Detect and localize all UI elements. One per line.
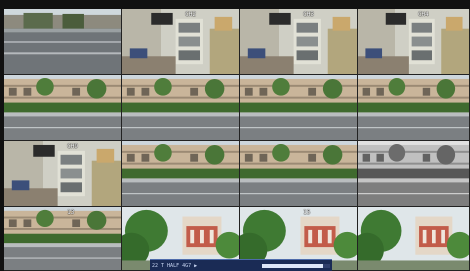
camera-tile-ch12[interactable]: [358, 141, 470, 207]
camera-feed-ch8: [358, 75, 469, 140]
camera-feed-ch11: [240, 141, 357, 206]
status-text: 22 T HALF 4G7 ▶: [152, 262, 198, 269]
camera-tile-ch3[interactable]: CH3: [240, 9, 358, 75]
camera-feed-ch12: [358, 141, 469, 206]
playback-status-bar: 22 T HALF 4G7 ▶: [150, 259, 332, 271]
camera-tile-ch7[interactable]: [240, 75, 358, 141]
channel-label: CH2: [185, 11, 197, 18]
camera-feed-ch9: [4, 141, 121, 206]
camera-tile-ch10[interactable]: [122, 141, 240, 207]
camera-grid: CH2 CH3 CH4 CH9 13 15: [4, 9, 470, 271]
camera-tile-ch5[interactable]: [4, 75, 122, 141]
camera-feed-ch10: [122, 141, 239, 206]
channel-label: 13: [67, 209, 75, 216]
playback-progress-bar[interactable]: [262, 263, 330, 268]
camera-tile-ch11[interactable]: [240, 141, 358, 207]
channel-label: CH3: [303, 11, 315, 18]
camera-feed-ch6: [122, 75, 239, 140]
dvr-screen: CH2 CH3 CH4 CH9 13 15 22 T HALF 4G7 ▶: [0, 0, 470, 271]
camera-tile-ch1[interactable]: [4, 9, 122, 75]
camera-feed-ch4: [358, 9, 469, 74]
camera-tile-ch8[interactable]: [358, 75, 470, 141]
channel-label: CH4: [417, 11, 429, 18]
camera-feed-ch7: [240, 75, 357, 140]
camera-tile-ch4[interactable]: CH4: [358, 9, 470, 75]
camera-tile-ch9[interactable]: CH9: [4, 141, 122, 207]
playback-progress-fill: [262, 263, 324, 268]
camera-feed-ch5: [4, 75, 121, 140]
camera-tile-ch13[interactable]: 13: [4, 207, 122, 271]
camera-tile-ch2[interactable]: CH2: [122, 9, 240, 75]
camera-tile-ch16[interactable]: [358, 207, 470, 271]
camera-feed-ch13: [4, 207, 121, 270]
camera-feed-ch16: [358, 207, 469, 270]
camera-feed-ch3: [240, 9, 357, 74]
camera-feed-ch2: [122, 9, 239, 74]
channel-label: 15: [303, 209, 311, 216]
camera-feed-ch1: [4, 9, 121, 74]
camera-tile-ch6[interactable]: [122, 75, 240, 141]
channel-label: CH9: [67, 143, 79, 150]
